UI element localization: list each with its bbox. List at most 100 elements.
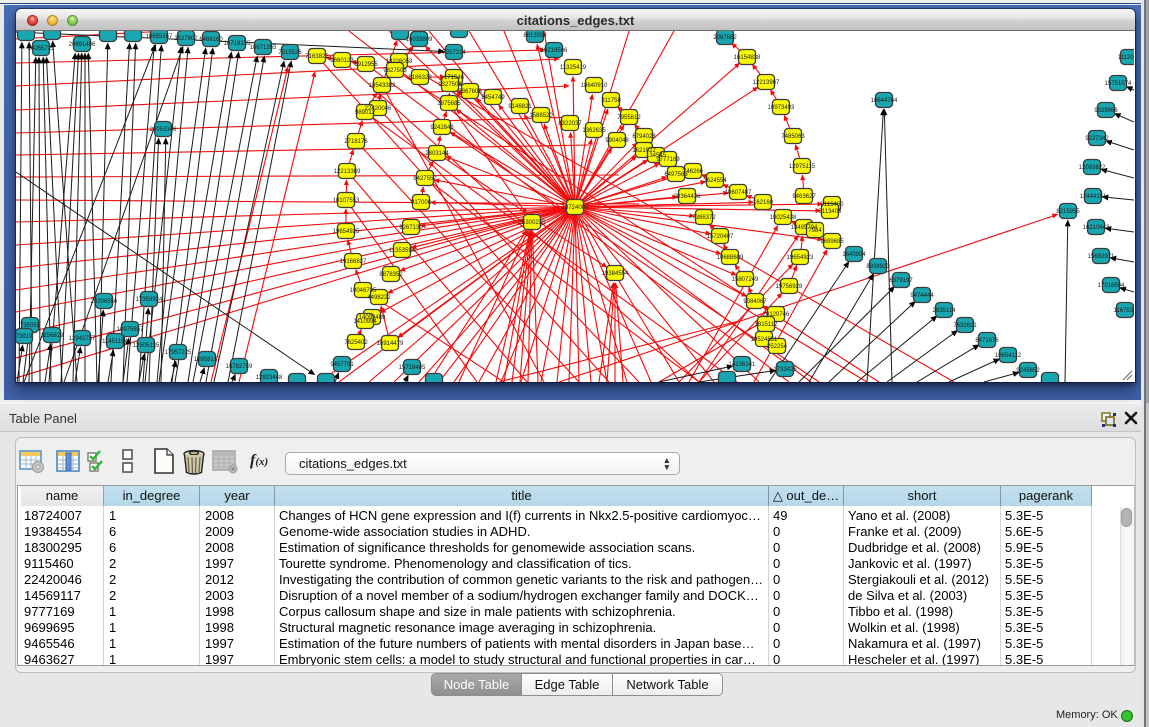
svg-text:9474444: 9474444 [910, 293, 934, 299]
svg-text:8813054: 8813054 [523, 33, 547, 39]
svg-text:11353594: 11353594 [389, 248, 416, 254]
svg-text:252254: 252254 [767, 344, 788, 350]
svg-text:19756928: 19756928 [776, 284, 803, 290]
svg-text:14055721: 14055721 [28, 46, 55, 52]
svg-text:10688609: 10688609 [717, 255, 744, 261]
svg-text:9827503: 9827503 [383, 68, 407, 74]
svg-text:1588520: 1588520 [529, 113, 553, 119]
svg-text:1167533: 1167533 [1114, 308, 1134, 314]
svg-text:9327508: 9327508 [438, 82, 462, 88]
svg-text:2087682: 2087682 [713, 35, 737, 41]
svg-text:9699695: 9699695 [820, 239, 844, 245]
svg-text:6379197: 6379197 [889, 278, 913, 284]
svg-text:7163822: 7163822 [305, 54, 329, 60]
svg-text:8322037: 8322037 [558, 121, 582, 127]
svg-text:10046705: 10046705 [350, 288, 377, 294]
svg-text:917006: 917006 [411, 200, 432, 206]
svg-text:1362635: 1362635 [582, 128, 606, 134]
svg-text:18640910: 18640910 [581, 83, 608, 89]
svg-text:1112003: 1112003 [1118, 55, 1134, 61]
svg-text:8267130: 8267130 [399, 225, 423, 231]
svg-text:8427552: 8427552 [413, 176, 437, 182]
svg-text:15692971: 15692971 [1088, 254, 1115, 260]
svg-text:19218506: 19218506 [541, 48, 568, 54]
svg-text:4498222: 4498222 [367, 295, 391, 301]
svg-text:12213967: 12213967 [753, 80, 780, 86]
svg-text:15718485: 15718485 [399, 365, 426, 371]
svg-text:19654923: 19654923 [787, 255, 814, 261]
svg-text:10543382: 10543382 [369, 83, 396, 89]
svg-text:19654925: 19654925 [333, 229, 360, 235]
svg-text:14136141: 14136141 [729, 362, 756, 368]
svg-text:9457791: 9457791 [330, 362, 354, 368]
svg-text:1156829: 1156829 [41, 333, 65, 339]
svg-text:11325419: 11325419 [560, 65, 587, 71]
svg-text:162160: 162160 [753, 200, 774, 206]
svg-text:15751074: 15751074 [1105, 81, 1132, 87]
svg-text:8454749: 8454749 [481, 95, 505, 101]
svg-text:8186328: 8186328 [408, 75, 432, 81]
svg-text:20206556: 20206556 [91, 299, 118, 305]
svg-text:13226058: 13226058 [386, 59, 413, 65]
svg-text:11451194: 11451194 [102, 339, 128, 345]
svg-text:16644784: 16644784 [871, 98, 898, 104]
svg-text:1410994: 1410994 [353, 319, 377, 325]
svg-text:10655267: 10655267 [146, 34, 173, 40]
svg-text:20691406: 20691406 [69, 42, 96, 48]
svg-text:10607487: 10607487 [725, 190, 752, 196]
svg-text:8938923: 8938923 [866, 264, 890, 270]
svg-text:10107553: 10107553 [333, 198, 360, 204]
svg-text:12093822: 12093822 [1079, 165, 1106, 171]
svg-text:1640954: 1640954 [842, 252, 866, 258]
svg-text:16033809: 16033809 [406, 37, 433, 43]
svg-text:12942757: 12942757 [69, 336, 96, 342]
svg-text:12923448: 12923448 [256, 375, 283, 381]
svg-text:9904048: 9904048 [605, 138, 629, 144]
svg-text:1527602: 1527602 [174, 36, 198, 42]
svg-text:15720407: 15720407 [707, 234, 734, 240]
svg-text:12975115: 12975115 [789, 164, 816, 170]
svg-text:10654112: 10654112 [995, 353, 1022, 359]
svg-text:12444151: 12444151 [1080, 194, 1107, 200]
svg-text:9242848: 9242848 [430, 125, 454, 131]
svg-text:10958117: 10958117 [194, 357, 221, 363]
svg-text:16914479: 16914479 [377, 341, 404, 347]
svg-text:7515526: 7515526 [278, 50, 302, 56]
svg-text:6794028: 6794028 [632, 134, 656, 140]
svg-text:15807249: 15807249 [732, 277, 759, 283]
svg-text:6497568: 6497568 [664, 172, 688, 178]
svg-text:2718176: 2718176 [344, 139, 368, 145]
svg-text:17359924: 17359924 [136, 297, 163, 303]
svg-text:7485063: 7485063 [781, 134, 805, 140]
svg-text:19166827: 19166827 [340, 259, 367, 265]
svg-text:7955812: 7955812 [617, 115, 641, 121]
svg-text:12213389: 12213389 [334, 169, 361, 175]
svg-text:10973493: 10973493 [768, 105, 795, 111]
svg-text:16782759: 16782759 [226, 364, 253, 370]
svg-text:8912955: 8912955 [354, 62, 378, 68]
svg-text:10975857: 10975857 [117, 327, 144, 333]
svg-text:171546: 171546 [444, 75, 465, 81]
svg-text:19524851: 19524851 [751, 337, 778, 343]
svg-text:9115460: 9115460 [821, 202, 845, 208]
svg-text:9777169: 9777169 [656, 157, 680, 163]
svg-text:1733426: 1733426 [773, 367, 797, 373]
svg-text:7625402: 7625402 [344, 340, 368, 346]
svg-text:735051: 735051 [20, 323, 41, 329]
svg-text:9146821: 9146821 [508, 104, 532, 110]
svg-text:1815112: 1815112 [755, 322, 779, 328]
svg-text:9245652: 9245652 [1016, 368, 1040, 374]
svg-text:9329966: 9329966 [1094, 108, 1118, 114]
svg-text:10025438: 10025438 [770, 215, 797, 221]
svg-text:19384554: 19384554 [602, 271, 629, 277]
svg-text:2803144: 2803144 [425, 151, 449, 157]
svg-text:8878352: 8878352 [379, 272, 403, 278]
svg-text:6466160: 6466160 [199, 37, 223, 43]
svg-text:9113405: 9113405 [819, 209, 843, 215]
svg-text:9660123: 9660123 [330, 58, 354, 64]
svg-text:16671355: 16671355 [250, 45, 277, 51]
svg-text:3875685: 3875685 [437, 101, 461, 107]
svg-text:12505135: 12505135 [133, 343, 160, 349]
svg-text:10719155: 10719155 [224, 41, 251, 47]
svg-text:2935114: 2935114 [933, 308, 957, 314]
